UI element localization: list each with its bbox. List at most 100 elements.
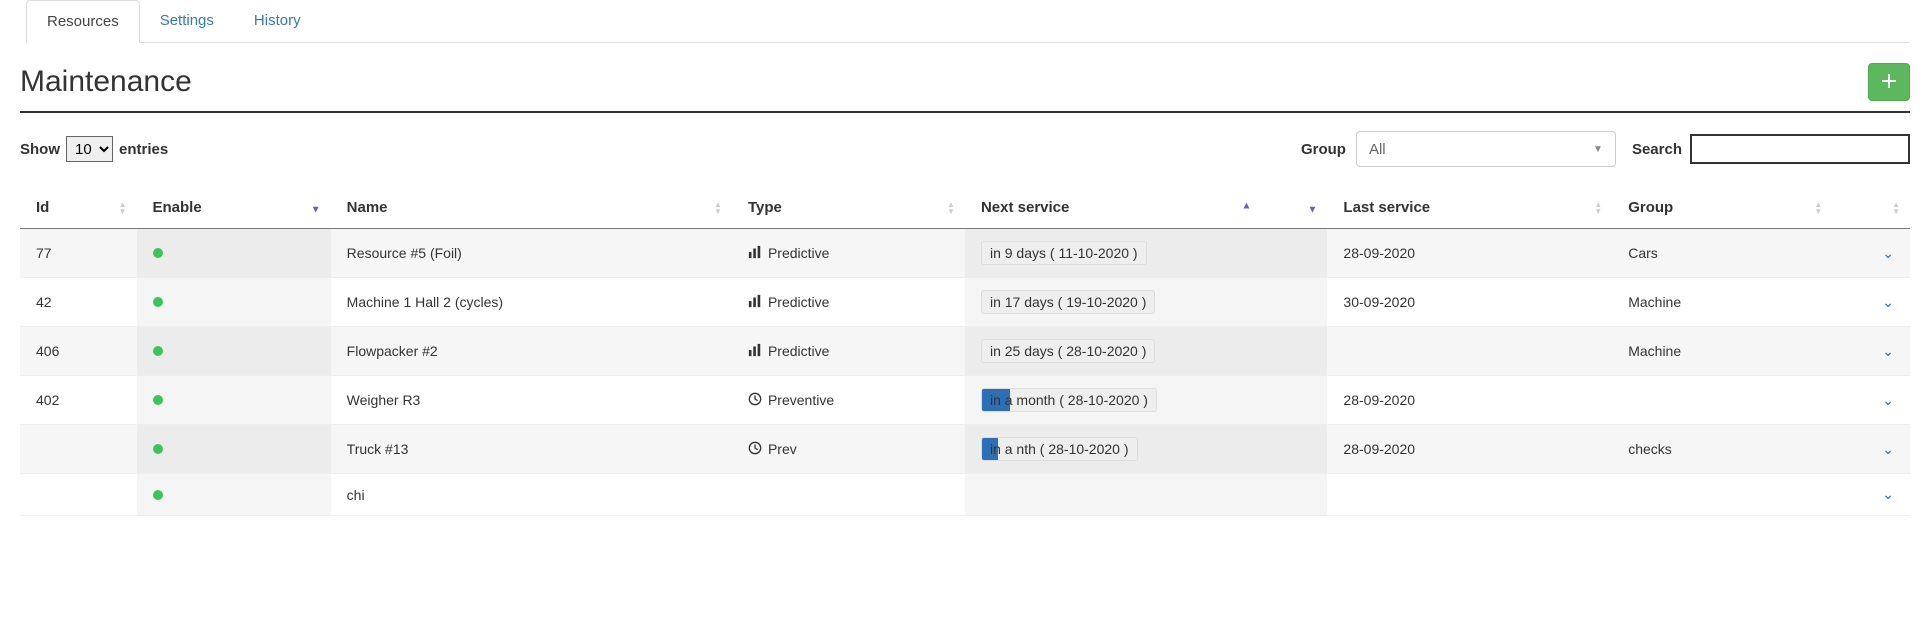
- clock-icon: [748, 441, 762, 458]
- caret-down-icon: ▼: [1593, 144, 1603, 155]
- cell-id: [20, 474, 137, 516]
- col-enable[interactable]: Enable▼: [137, 187, 331, 229]
- sort-desc-icon: ▼: [311, 204, 321, 215]
- sort-icon: ▲▼: [1892, 201, 1900, 215]
- cell-last: [1327, 327, 1612, 376]
- col-id[interactable]: Id▲▼: [20, 187, 137, 229]
- cell-group: Machine: [1612, 278, 1832, 327]
- table-row: Truck #13 Prev in a nth ( 28-10-2020 ) 28-0…: [20, 425, 1910, 474]
- maintenance-table: Id▲▼ Enable▼ Name▲▼ Type▲▼ Next service▲…: [20, 187, 1910, 516]
- cell-next: in 9 days ( 11-10-2020 ): [965, 229, 1327, 278]
- group-select[interactable]: All ▼: [1356, 131, 1616, 167]
- cell-expand: ⌄: [1832, 229, 1910, 278]
- sort-asc-icon: ▲: [1242, 200, 1252, 211]
- cell-next: [965, 474, 1327, 516]
- cell-name: Truck #13: [331, 425, 732, 474]
- col-last-service[interactable]: Last service▲▼: [1327, 187, 1612, 229]
- sort-icon: ▲▼: [1814, 201, 1822, 215]
- type-label: Predictive: [768, 245, 829, 261]
- col-group[interactable]: Group▲▼: [1612, 187, 1832, 229]
- cell-enable: [137, 229, 331, 278]
- cell-enable: [137, 425, 331, 474]
- cell-type: Preventive: [732, 376, 965, 425]
- col-next-service[interactable]: Next service▲▼: [965, 187, 1327, 229]
- sort-icon: ▲▼: [1594, 201, 1602, 215]
- plus-icon: [1881, 73, 1897, 92]
- cell-type: Predictive: [732, 229, 965, 278]
- cell-last: 28-09-2020: [1327, 376, 1612, 425]
- chevron-down-icon[interactable]: ⌄: [1882, 245, 1894, 261]
- cell-last: 28-09-2020: [1327, 425, 1612, 474]
- chevron-down-icon[interactable]: ⌄: [1882, 486, 1894, 502]
- cell-next: in 25 days ( 28-10-2020 ): [965, 327, 1327, 376]
- status-dot-icon: [153, 490, 163, 500]
- table-row: chi ⌄: [20, 474, 1910, 516]
- cell-group: Cars: [1612, 229, 1832, 278]
- type-label: Preventive: [768, 392, 834, 408]
- chevron-down-icon[interactable]: ⌄: [1882, 294, 1894, 310]
- sort-icon: ▲▼: [119, 201, 127, 215]
- cell-type: Prev: [732, 425, 965, 474]
- cell-enable: [137, 327, 331, 376]
- cell-expand: ⌄: [1832, 376, 1910, 425]
- cell-group: [1612, 474, 1832, 516]
- bar-chart-icon: [748, 294, 762, 311]
- page-title: Maintenance: [20, 65, 192, 99]
- divider: [20, 111, 1910, 113]
- search-label: Search: [1632, 141, 1682, 158]
- cell-name: Flowpacker #2: [331, 327, 732, 376]
- sort-icon: ▲▼: [714, 201, 722, 215]
- next-service-badge: in a month ( 28-10-2020 ): [981, 388, 1157, 412]
- table-row: 402Weigher R3Preventivein a month ( 28-1…: [20, 376, 1910, 425]
- show-label: Show: [20, 141, 60, 158]
- add-button[interactable]: [1868, 63, 1910, 101]
- entries-select[interactable]: 10: [66, 136, 113, 162]
- chevron-down-icon[interactable]: ⌄: [1882, 441, 1894, 457]
- cell-name: chi: [331, 474, 732, 516]
- cell-group: [1612, 376, 1832, 425]
- cell-enable: [137, 278, 331, 327]
- type-label: Predictive: [768, 343, 829, 359]
- cell-id: [20, 425, 137, 474]
- next-service-badge: in 25 days ( 28-10-2020 ): [981, 339, 1155, 363]
- cell-expand: ⌄: [1832, 425, 1910, 474]
- header: Maintenance: [20, 63, 1910, 101]
- tab-settings[interactable]: Settings: [140, 0, 234, 42]
- cell-id: 406: [20, 327, 137, 376]
- search: Search: [1632, 134, 1910, 164]
- chevron-down-icon[interactable]: ⌄: [1882, 392, 1894, 408]
- cell-id: 77: [20, 229, 137, 278]
- table-row: 77 Resource #5 (Foil) Predictive in 9 days …: [20, 229, 1910, 278]
- status-dot-icon: [153, 248, 163, 258]
- cell-expand: ⌄: [1832, 474, 1910, 516]
- cell-next: in a nth ( 28-10-2020 ): [965, 425, 1327, 474]
- cell-type: Predictive: [732, 327, 965, 376]
- status-dot-icon: [153, 297, 163, 307]
- group-label: Group: [1301, 141, 1346, 158]
- cell-name: Resource #5 (Foil): [331, 229, 732, 278]
- col-expand[interactable]: ▲▼: [1832, 187, 1910, 229]
- cell-name: Weigher R3: [331, 376, 732, 425]
- entries-label: entries: [119, 141, 168, 158]
- cell-type: Predictive: [732, 278, 965, 327]
- tab-resources[interactable]: Resources: [26, 0, 140, 43]
- col-type[interactable]: Type▲▼: [732, 187, 965, 229]
- type-label: Prev: [768, 441, 797, 457]
- col-name[interactable]: Name▲▼: [331, 187, 732, 229]
- next-service-badge: in a nth ( 28-10-2020 ): [981, 437, 1138, 461]
- show-entries: Show 10 entries: [20, 136, 168, 162]
- bar-chart-icon: [748, 343, 762, 360]
- cell-enable: [137, 474, 331, 516]
- cell-type: [732, 474, 965, 516]
- cell-expand: ⌄: [1832, 278, 1910, 327]
- table-row: 42Machine 1 Hall 2 (cycles)Predictivein …: [20, 278, 1910, 327]
- chevron-down-icon[interactable]: ⌄: [1882, 343, 1894, 359]
- cell-group: checks: [1612, 425, 1832, 474]
- table-row: 406 Flowpacker #2 Predictive in 25 days ( 2…: [20, 327, 1910, 376]
- bar-chart-icon: [748, 245, 762, 262]
- clock-icon: [748, 392, 762, 409]
- search-input[interactable]: [1690, 134, 1910, 164]
- type-label: Predictive: [768, 294, 829, 310]
- cell-id: 42: [20, 278, 137, 327]
- tab-history[interactable]: History: [234, 0, 321, 42]
